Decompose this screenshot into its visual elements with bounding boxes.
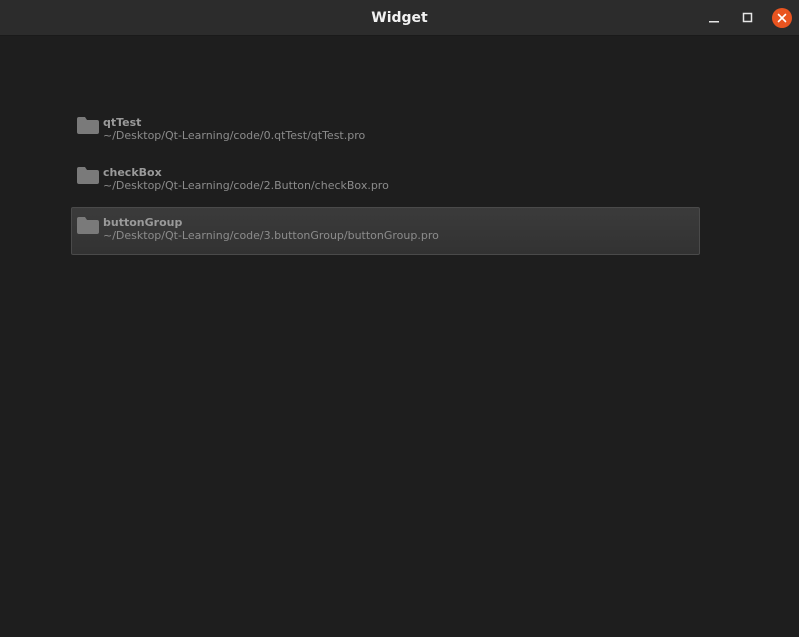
folder-icon xyxy=(77,167,99,184)
project-item-buttongroup[interactable]: buttonGroup ~/Desktop/Qt-Learning/code/3… xyxy=(71,207,700,255)
close-button[interactable] xyxy=(771,7,793,29)
window-title: Widget xyxy=(371,10,428,26)
project-item-checkbox[interactable]: checkBox ~/Desktop/Qt-Learning/code/2.Bu… xyxy=(71,157,700,205)
app-window: Widget qtTest ~/Desktop/Qt-Learning/code… xyxy=(0,0,799,637)
project-list: qtTest ~/Desktop/Qt-Learning/code/0.qtTe… xyxy=(71,107,700,257)
project-name: qtTest xyxy=(103,116,142,129)
project-item-qttest[interactable]: qtTest ~/Desktop/Qt-Learning/code/0.qtTe… xyxy=(71,107,700,155)
project-path: ~/Desktop/Qt-Learning/code/3.buttonGroup… xyxy=(103,229,439,242)
close-icon xyxy=(772,8,792,28)
maximize-button[interactable] xyxy=(737,7,759,29)
minimize-button[interactable] xyxy=(703,7,725,29)
project-path: ~/Desktop/Qt-Learning/code/2.Button/chec… xyxy=(103,179,389,192)
title-bar[interactable]: Widget xyxy=(0,0,799,36)
maximize-icon xyxy=(742,12,753,23)
minimize-icon xyxy=(709,21,719,23)
project-name: buttonGroup xyxy=(103,216,183,229)
folder-icon xyxy=(77,117,99,134)
folder-icon xyxy=(77,217,99,234)
project-path: ~/Desktop/Qt-Learning/code/0.qtTest/qtTe… xyxy=(103,129,366,142)
project-name: checkBox xyxy=(103,166,162,179)
